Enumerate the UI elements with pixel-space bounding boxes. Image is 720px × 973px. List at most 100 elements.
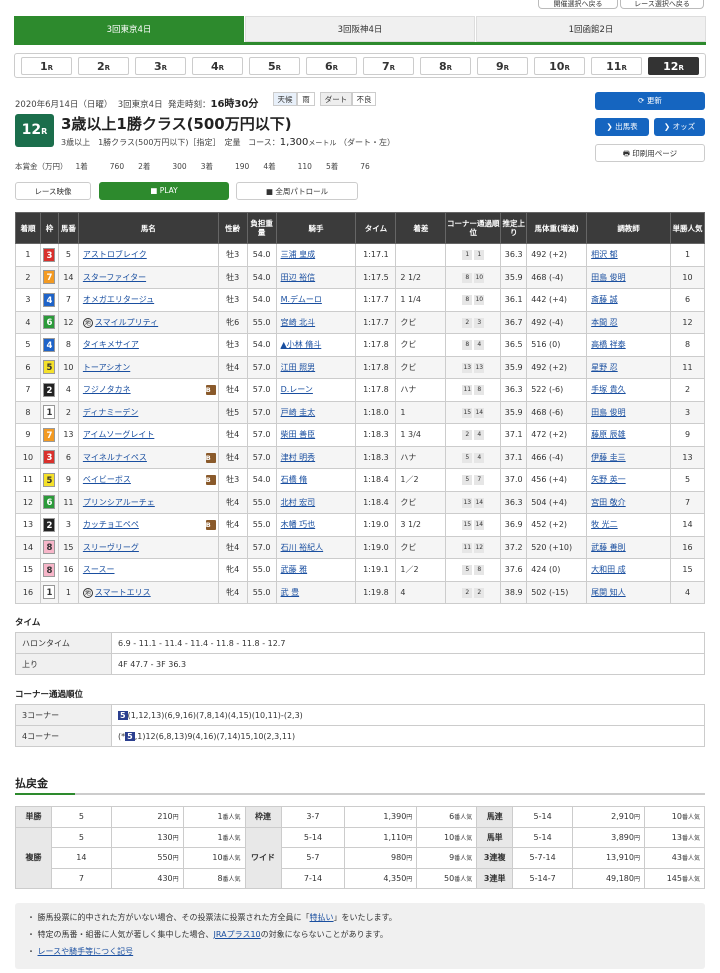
horse-name-link[interactable]: スマイルプリティ [95,318,158,327]
jra-plus10-link[interactable]: JRAプラス10 [214,930,261,939]
payout-popularity: 10 [444,832,455,842]
carried-weight: 54.0 [246,243,277,267]
trainer-link[interactable]: 藤原 辰雄 [591,430,626,439]
popularity-unit: 番人気 [222,875,241,883]
play-video-button[interactable]: ■ PLAY [99,182,229,200]
jockey-link[interactable]: D.レーン [281,385,313,394]
payout-popularity-cell: 1番人気 [182,826,246,848]
jockey-link[interactable]: 戸崎 圭太 [281,408,316,417]
jockey-link[interactable]: ▲小林 脩斗 [281,340,322,349]
horse-name-link[interactable]: トーアシオン [83,363,130,372]
trainer-link[interactable]: 本間 忍 [591,318,618,327]
race-button-12[interactable]: 12R [648,57,699,75]
trainer-link[interactable]: 牧 光二 [591,520,618,529]
race-button-4[interactable]: 4R [192,57,243,75]
body-weight: 502 (-15) [526,580,588,604]
payout-amount-cell: 1,110円 [344,826,418,848]
horse-name-link[interactable]: タイキメサイア [83,340,139,349]
trainer-cell: 相沢 郁 [586,243,671,267]
trainer-link[interactable]: 高橋 祥泰 [591,340,626,349]
race-button-8[interactable]: 8R [420,57,471,75]
jockey-link[interactable]: M.デムーロ [281,295,322,304]
track-condition: 不良 [352,92,376,106]
sex-age: 牝4 [217,558,248,582]
jockey-link[interactable]: 江田 照男 [281,363,316,372]
trainer-cell: 伊藤 圭三 [586,445,671,469]
finish-position: 7 [15,378,41,402]
jockey-link[interactable]: 石川 裕紀人 [281,543,324,552]
jockey-link[interactable]: 武 豊 [281,588,300,597]
jockey-link[interactable]: 三浦 皇成 [281,250,316,259]
odds-button[interactable]: ❯ オッズ [654,118,705,136]
finish-time: 1:19.8 [355,580,397,604]
race-badge-suffix: R [41,127,48,136]
trainer-link[interactable]: 武藤 善則 [591,543,626,552]
trainer-link[interactable]: 矢野 英一 [591,475,626,484]
horse-name-link[interactable]: アイムソーグレイト [83,430,154,439]
trainer-link[interactable]: 星野 忍 [591,363,618,372]
patrol-video-button[interactable]: ■ 全周パトロール [236,182,358,200]
trainer-link[interactable]: 斎藤 誠 [591,295,618,304]
popularity: 14 [669,513,706,537]
corner-position: 8 [462,340,473,351]
race-button-10[interactable]: 10R [534,57,585,75]
jockey-link[interactable]: 武藤 雅 [281,565,308,574]
trainer-link[interactable]: 大和田 成 [591,565,626,574]
trainer-link[interactable]: 伊藤 圭三 [591,453,626,462]
bracket-cell: 4 [39,288,59,312]
horse-name-link[interactable]: マイネルナイペス [83,453,147,462]
race-button-11[interactable]: 11R [591,57,642,75]
trainer-link[interactable]: 田島 俊明 [591,408,626,417]
finish-position: 13 [15,513,41,537]
jockey-link[interactable]: 宮崎 北斗 [281,318,316,327]
venue-tab[interactable]: 1回函館2日 [476,16,706,42]
jockey-link[interactable]: 石橋 脩 [281,475,308,484]
payout-amount-cell: 130円 [110,826,184,848]
jockey-link[interactable]: 木幡 巧也 [281,520,316,529]
sex-age: 牡3 [217,265,248,289]
trainer-link[interactable]: 相沢 郁 [591,250,618,259]
horse-name-link[interactable]: スリーヴリーグ [83,543,139,552]
race-button-9[interactable]: 9R [477,57,528,75]
race-button-number: 4 [210,60,219,73]
venue-tab[interactable]: 3回東京4日 [14,16,244,42]
yen-unit: 円 [172,814,179,822]
corner-section-title: コーナー通過順位 [15,690,84,700]
horse-name-link[interactable]: ベイビーボス [83,475,131,484]
horse-name-cell: プリンシアルーチェ [77,490,219,514]
horse-name-link[interactable]: スマートエリス [95,588,151,597]
horse-name-link[interactable]: オメガエリタージュ [83,295,154,304]
horse-name-link[interactable]: フジノタカネ [83,385,131,394]
horse-name-link[interactable]: スースー [83,565,115,574]
horse-name-link[interactable]: ディナミーデン [83,408,138,417]
print-page-button[interactable]: 🖶 印刷用ページ [595,144,705,162]
race-video-button[interactable]: レース映像 [15,182,91,200]
refresh-button[interactable]: ⟳ 更新 [595,92,705,110]
race-button-6[interactable]: 6R [306,57,357,75]
results-table: 着順枠馬番 馬名 性齢 負担重量 騎手 タイム 着差 コーナー通過順位 推定上り 馬体重(増減) 調… [15,212,706,604]
trainer-link[interactable]: 尾関 知人 [591,588,626,597]
horse-name-link[interactable]: アストロブレイク [83,250,147,259]
trainer-link[interactable]: 田島 俊明 [591,273,626,282]
jockey-link[interactable]: 津村 明秀 [281,453,316,462]
special-payout-link[interactable]: 特払い [310,913,334,922]
horse-name-link[interactable]: スターファイター [83,273,146,282]
back-to-meeting-button[interactable]: 開催選択へ戻る [538,0,618,9]
jockey-link[interactable]: 柴田 善臣 [281,430,316,439]
race-button-2[interactable]: 2R [78,57,129,75]
race-button-3[interactable]: 3R [135,57,186,75]
starters-button[interactable]: ❯ 出馬表 [595,118,649,136]
trainer-link[interactable]: 宮田 敬介 [591,498,626,507]
horse-name-link[interactable]: カッチョエペペ [83,520,139,529]
horse-name-link[interactable]: プリンシアルーチェ [83,498,155,507]
race-button-5[interactable]: 5R [249,57,300,75]
jockey-link[interactable]: 北村 宏司 [281,498,316,507]
venue-tab[interactable]: 3回阪神4日 [245,16,475,42]
race-button-1[interactable]: 1R [21,57,72,75]
symbols-link[interactable]: レースや騎手等につく記号 [38,947,134,956]
bracket-cell: 2 [39,378,59,402]
trainer-link[interactable]: 手塚 貴久 [591,385,626,394]
race-button-7[interactable]: 7R [363,57,414,75]
back-to-race-button[interactable]: レース選択へ戻る [620,0,704,9]
jockey-link[interactable]: 田辺 裕信 [281,273,316,282]
